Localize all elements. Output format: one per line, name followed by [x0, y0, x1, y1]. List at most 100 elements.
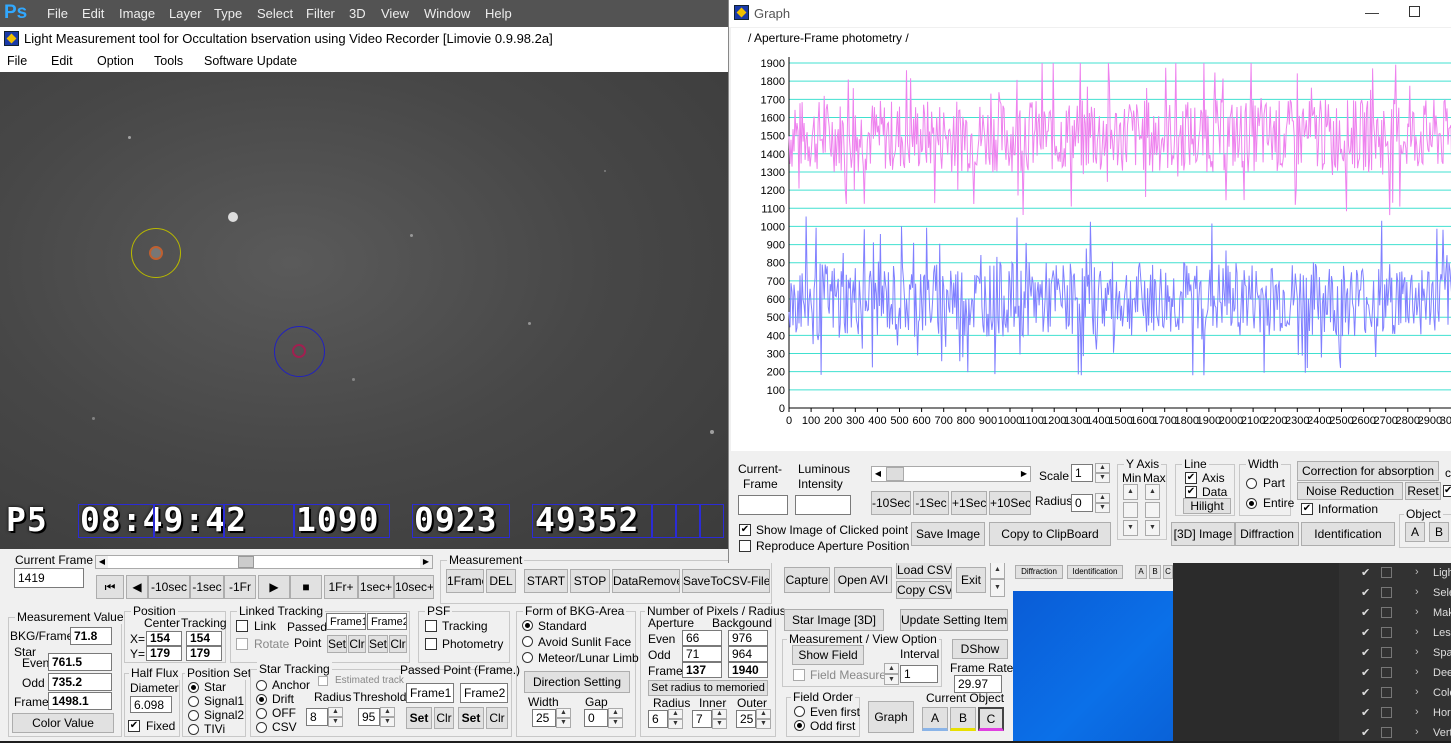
information-checkbox[interactable]: ✔: [1301, 503, 1313, 515]
right-checkbox[interactable]: ✔: [1443, 485, 1451, 497]
layer-row[interactable]: ✔ › Vert: [1355, 723, 1451, 743]
np-inner-input[interactable]: 7: [692, 710, 712, 728]
chevron-right-icon[interactable]: ›: [1415, 626, 1419, 638]
spin-down[interactable]: ▼: [990, 579, 1005, 597]
visibility-check-icon[interactable]: ✔: [1361, 726, 1370, 739]
fragment-button[interactable]: B: [1149, 565, 1161, 579]
update-settings-button[interactable]: Update Setting Items: [900, 609, 1008, 631]
st-radius-up[interactable]: ▲: [328, 707, 343, 717]
graph-plot-area[interactable]: / Aperture-Frame photometry /1900 1800 170…: [731, 28, 1451, 451]
graph-scroll-thumb[interactable]: [886, 467, 904, 481]
ps-menu-edit[interactable]: Edit: [82, 6, 104, 21]
odd-first-radio[interactable]: [794, 720, 805, 731]
off-radio[interactable]: [256, 708, 267, 719]
st-radius-down[interactable]: ▼: [328, 717, 343, 727]
graph-scroll-left[interactable]: ◀: [872, 467, 884, 481]
lm-menu-edit[interactable]: Edit: [51, 54, 73, 68]
noise-reduction-button[interactable]: Noise Reduction: [1297, 482, 1403, 500]
ps-menu-help[interactable]: Help: [485, 6, 512, 21]
video-frame[interactable]: P5 08:49:42 1090 0923 49352: [0, 72, 728, 549]
linked-set2[interactable]: Set: [368, 635, 388, 653]
bkg-width-down[interactable]: ▼: [556, 718, 571, 728]
graph-scrollbar[interactable]: ◀ ▶: [871, 466, 1031, 482]
fragment-button[interactable]: A: [1135, 565, 1147, 579]
chevron-right-icon[interactable]: ›: [1415, 586, 1419, 598]
entire-radio[interactable]: [1246, 498, 1257, 509]
layer-row[interactable]: ✔ › Hor: [1355, 703, 1451, 723]
st-clr1[interactable]: Clr: [434, 707, 454, 729]
load-csv-button[interactable]: Load CSV: [896, 561, 952, 579]
linked-frame1[interactable]: Frame1: [326, 613, 366, 630]
copy-clipboard-button[interactable]: Copy to ClipBoard: [989, 522, 1111, 546]
bkg-standard-radio[interactable]: [522, 620, 533, 631]
chevron-right-icon[interactable]: ›: [1415, 706, 1419, 718]
layer-row[interactable]: ✔ › Less: [1355, 623, 1451, 643]
minimize-icon[interactable]: —: [1365, 4, 1379, 20]
slider-right-arrow[interactable]: ▶: [420, 556, 432, 568]
reproduce-checkbox[interactable]: [739, 540, 751, 552]
bkg-gap-input[interactable]: 0: [584, 709, 608, 727]
ps-menu-file[interactable]: File: [47, 6, 68, 21]
axis-checkbox[interactable]: ✔: [1185, 472, 1197, 484]
graph-frame-input[interactable]: [738, 495, 788, 515]
linked-frame2[interactable]: Frame2: [367, 613, 407, 630]
visibility-check-icon[interactable]: ✔: [1361, 606, 1370, 619]
field-measure-checkbox[interactable]: [793, 669, 805, 681]
layer-row[interactable]: ✔ › Spa: [1355, 643, 1451, 663]
posset-tivi-radio[interactable]: [188, 724, 199, 735]
np-outer-input[interactable]: 25: [736, 710, 756, 728]
hilight-button[interactable]: Hilight: [1183, 498, 1231, 514]
chevron-right-icon[interactable]: ›: [1415, 606, 1419, 618]
dshow-button[interactable]: DShow: [952, 639, 1008, 659]
visibility-check-icon[interactable]: ✔: [1361, 566, 1370, 579]
st-set2[interactable]: Set: [458, 707, 484, 729]
st-radius-input[interactable]: 8: [306, 708, 328, 726]
start-button[interactable]: START: [524, 569, 568, 593]
radius-input[interactable]: 0: [1071, 494, 1093, 512]
scale-up[interactable]: ▲: [1095, 463, 1110, 473]
bkg-gap-up[interactable]: ▲: [608, 708, 623, 718]
y-max-down[interactable]: ▼: [1145, 520, 1160, 536]
reset-button[interactable]: Reset: [1405, 482, 1441, 500]
radius-up[interactable]: ▲: [1095, 493, 1110, 503]
rotate-checkbox[interactable]: [236, 638, 248, 650]
csv-radio[interactable]: [256, 722, 267, 733]
plus-1frame-button[interactable]: 1Fr+: [324, 575, 358, 599]
minus-1sec-button[interactable]: -1sec: [190, 575, 224, 599]
st-frame1[interactable]: Frame1: [406, 683, 454, 703]
y-max-up[interactable]: ▲: [1145, 484, 1160, 500]
save-to-csv-button[interactable]: SaveToCSV-File: [682, 569, 770, 593]
data-remove-button[interactable]: DataRemove: [612, 569, 680, 593]
st-threshold-input[interactable]: 95: [358, 708, 380, 726]
correction-absorption-button[interactable]: Correction for absorption: [1297, 461, 1439, 481]
layer-row[interactable]: ✔ › Sele: [1355, 583, 1451, 603]
st-clr2[interactable]: Clr: [486, 707, 508, 729]
y-min-down[interactable]: ▼: [1123, 520, 1138, 536]
st-frame2[interactable]: Frame2: [460, 683, 508, 703]
y-min-mid[interactable]: [1123, 502, 1138, 518]
graph-scroll-right[interactable]: ▶: [1018, 467, 1030, 481]
layer-row[interactable]: ✔ › Mak: [1355, 603, 1451, 623]
graph-object-b[interactable]: B: [1429, 522, 1449, 542]
layer-row[interactable]: ✔ › Ligh: [1355, 563, 1451, 583]
visibility-check-icon[interactable]: ✔: [1361, 626, 1370, 639]
ps-menu-window[interactable]: Window: [424, 6, 470, 21]
minus-10sec-button[interactable]: -10sec: [148, 575, 190, 599]
slider-thumb[interactable]: [238, 556, 254, 568]
open-avi-button[interactable]: Open AVI: [834, 567, 892, 593]
np-outer-up[interactable]: ▲: [756, 709, 771, 719]
part-radio[interactable]: [1246, 478, 1257, 489]
one-frame-button[interactable]: 1Frame: [446, 569, 484, 593]
visibility-check-icon[interactable]: ✔: [1361, 586, 1370, 599]
set-radius-button[interactable]: Set radius to memoried: [648, 680, 768, 696]
bkg-gap-down[interactable]: ▼: [608, 718, 623, 728]
posset-signal1-radio[interactable]: [188, 696, 199, 707]
ps-menu-layer[interactable]: Layer: [169, 6, 202, 21]
stop-button[interactable]: ■: [290, 575, 322, 599]
linked-clr2[interactable]: Clr: [389, 635, 407, 653]
direction-setting-button[interactable]: Direction Setting: [524, 671, 630, 693]
spin-up[interactable]: ▲: [990, 561, 1005, 579]
bkg-avoid-radio[interactable]: [522, 636, 533, 647]
plus-10sec-button[interactable]: 10sec+: [394, 575, 434, 599]
y-min-up[interactable]: ▲: [1123, 484, 1138, 500]
